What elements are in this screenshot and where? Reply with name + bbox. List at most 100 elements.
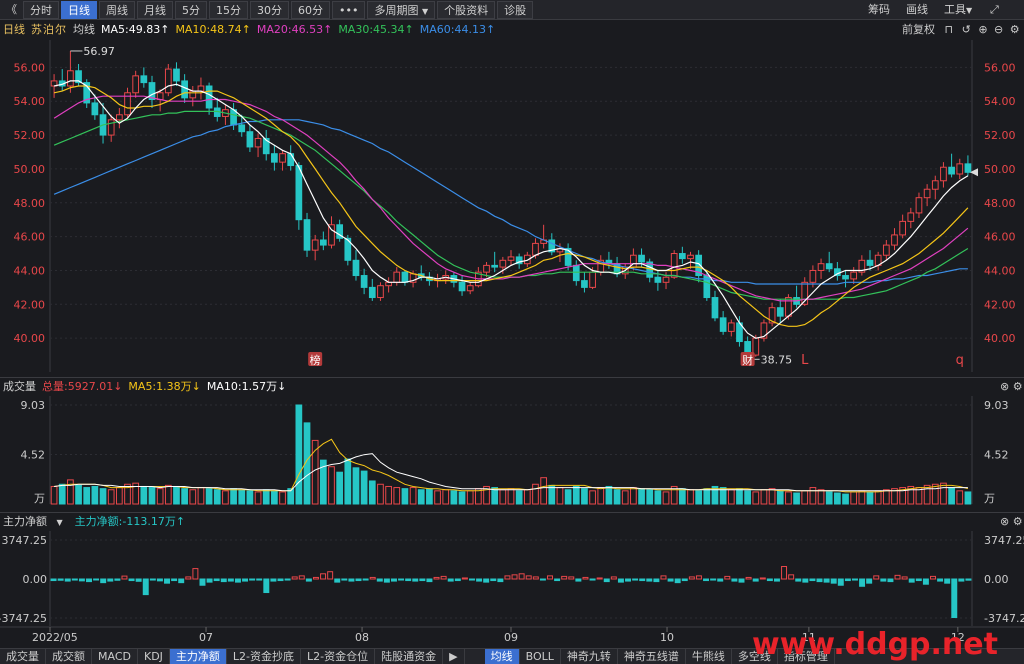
price-tick-label: 56.00 bbox=[984, 61, 1016, 74]
volume-bar bbox=[727, 489, 735, 505]
indicator-tab[interactable]: 主力净额 bbox=[169, 648, 227, 664]
settings-icon[interactable]: ⚙ bbox=[1013, 515, 1023, 528]
toolbar: 《 分时 日线 周线 月线 5分 15分 30分 60分 ••• 多周期图 ▼ … bbox=[0, 0, 1024, 20]
volume-title[interactable]: 成交量 bbox=[3, 378, 36, 396]
candle bbox=[817, 263, 825, 271]
fullscreen-icon[interactable]: ⤢ bbox=[990, 0, 999, 20]
close-icon[interactable]: ⊗ bbox=[1000, 380, 1009, 393]
indicator-tab[interactable]: 成交量 bbox=[0, 648, 46, 664]
candle bbox=[662, 276, 670, 283]
volume-bar bbox=[613, 489, 621, 505]
indicator-tab[interactable]: BOLL bbox=[520, 648, 561, 664]
draw-line-button[interactable]: 画线 bbox=[906, 0, 928, 20]
indicator-tab[interactable]: 成交额 bbox=[46, 648, 92, 664]
close-icon[interactable]: ⊗ bbox=[1000, 515, 1009, 528]
volume-indicator-bar: 成交量 总量:5927.01↓ MA5:1.38万↓ MA10:1.57万↓ bbox=[0, 378, 292, 396]
netflow-bar bbox=[249, 578, 256, 581]
period-tab-daily[interactable]: 日线 bbox=[61, 0, 97, 19]
tools-dropdown[interactable]: 工具▼ bbox=[944, 0, 972, 20]
netflow-bar bbox=[859, 578, 866, 587]
netflow-bar bbox=[532, 576, 539, 580]
ma-selector[interactable]: 均线 bbox=[73, 21, 95, 39]
period-tab-30min[interactable]: 30分 bbox=[250, 0, 289, 19]
candle bbox=[809, 269, 817, 283]
volume-bar bbox=[850, 491, 858, 505]
candle bbox=[385, 281, 392, 287]
chips-button[interactable]: 筹码 bbox=[868, 0, 890, 20]
netflow-bar bbox=[270, 578, 277, 582]
indicator-tab[interactable]: 神奇五线谱 bbox=[618, 648, 686, 664]
volume-bar bbox=[695, 490, 703, 505]
netflow-bar bbox=[582, 576, 589, 580]
volume-bar bbox=[393, 487, 401, 505]
netflow-bar bbox=[433, 576, 440, 580]
scroll-right-icon[interactable]: ▶ bbox=[443, 648, 465, 664]
volume-total: 总量:5927.01↓ bbox=[42, 380, 123, 393]
netflow-bar bbox=[185, 576, 192, 580]
candle bbox=[964, 163, 972, 173]
netflow-bar bbox=[355, 578, 362, 582]
indicator-tab[interactable]: L2-资金仓位 bbox=[301, 648, 376, 664]
period-tab-monthly[interactable]: 月线 bbox=[137, 0, 173, 19]
settings-icon[interactable]: ⚙ bbox=[1013, 380, 1023, 393]
undo-icon[interactable]: ↺ bbox=[962, 23, 971, 36]
indicator-tab[interactable]: KDJ bbox=[138, 648, 170, 664]
candle bbox=[368, 286, 376, 299]
netflow-bar bbox=[78, 578, 85, 582]
back-button[interactable]: 《 bbox=[2, 1, 21, 19]
volume-bar bbox=[246, 490, 254, 505]
indicator-tab[interactable]: MACD bbox=[92, 648, 138, 664]
netflow-bar bbox=[71, 578, 78, 581]
candle bbox=[164, 68, 172, 94]
zoom-out-icon[interactable]: ⊖ bbox=[994, 23, 1003, 36]
indicator-tab[interactable]: 牛熊线 bbox=[686, 648, 732, 664]
stock-name: 苏泊尔 bbox=[31, 23, 67, 36]
indicator-tab[interactable]: 陆股通资金 bbox=[375, 648, 444, 664]
adjust-dropdown[interactable]: 前复权 bbox=[902, 23, 935, 36]
netflow-bar bbox=[681, 578, 688, 582]
period-tab-weekly[interactable]: 周线 bbox=[99, 0, 135, 19]
netflow-title-dropdown[interactable]: 主力净额 ▼ bbox=[3, 513, 69, 532]
netflow-tick-label: -3747.25 bbox=[0, 612, 47, 625]
price-tick-label: 40.00 bbox=[14, 332, 46, 345]
multi-period-dropdown[interactable]: 多周期图 ▼ bbox=[367, 0, 436, 19]
candle bbox=[58, 80, 66, 87]
candle bbox=[360, 275, 368, 288]
volume-chart: 9.03 9.03 4.52 4.52 万 万 bbox=[21, 396, 1009, 505]
netflow-bar bbox=[603, 578, 610, 583]
price-tick-label: 42.00 bbox=[984, 298, 1016, 311]
volume-bar bbox=[189, 489, 197, 505]
candle bbox=[793, 297, 800, 305]
netflow-bar bbox=[263, 578, 270, 594]
period-tab-15min[interactable]: 15分 bbox=[209, 0, 248, 19]
indicator-tab[interactable]: 神奇九转 bbox=[561, 648, 618, 664]
candle bbox=[515, 256, 523, 265]
time-tick-label: 07 bbox=[199, 631, 213, 644]
settings-icon[interactable]: ⚙ bbox=[1010, 23, 1020, 36]
period-tab-5min[interactable]: 5分 bbox=[175, 0, 207, 19]
ma5-line bbox=[53, 80, 969, 339]
more-periods-button[interactable]: ••• bbox=[332, 0, 366, 19]
netflow-bar bbox=[788, 574, 795, 580]
netflow-bar bbox=[419, 578, 426, 582]
candle bbox=[377, 285, 384, 299]
diagnose-button[interactable]: 诊股 bbox=[497, 0, 534, 19]
period-tab-intraday[interactable]: 分时 bbox=[23, 0, 59, 19]
indicator-tab[interactable]: L2-资金抄底 bbox=[227, 648, 302, 664]
candle bbox=[866, 259, 874, 266]
candle bbox=[91, 102, 99, 116]
period-tab-60min[interactable]: 60分 bbox=[291, 0, 330, 19]
event-marker-label: 榜 bbox=[310, 353, 321, 367]
volume-bar bbox=[711, 485, 719, 505]
lock-icon[interactable]: ⊓ bbox=[945, 23, 954, 36]
stock-info-button[interactable]: 个股资料 bbox=[437, 0, 496, 19]
volume-bar bbox=[303, 422, 311, 505]
volume-bar bbox=[882, 489, 890, 505]
volume-bar bbox=[858, 490, 866, 505]
period-label: 日线 bbox=[3, 23, 25, 36]
netflow-bar bbox=[915, 578, 922, 582]
indicator-tab[interactable]: 均线 bbox=[484, 648, 520, 664]
ma10-line bbox=[53, 85, 969, 327]
zoom-in-icon[interactable]: ⊕ bbox=[978, 23, 987, 36]
time-tick-label: 08 bbox=[355, 631, 369, 644]
